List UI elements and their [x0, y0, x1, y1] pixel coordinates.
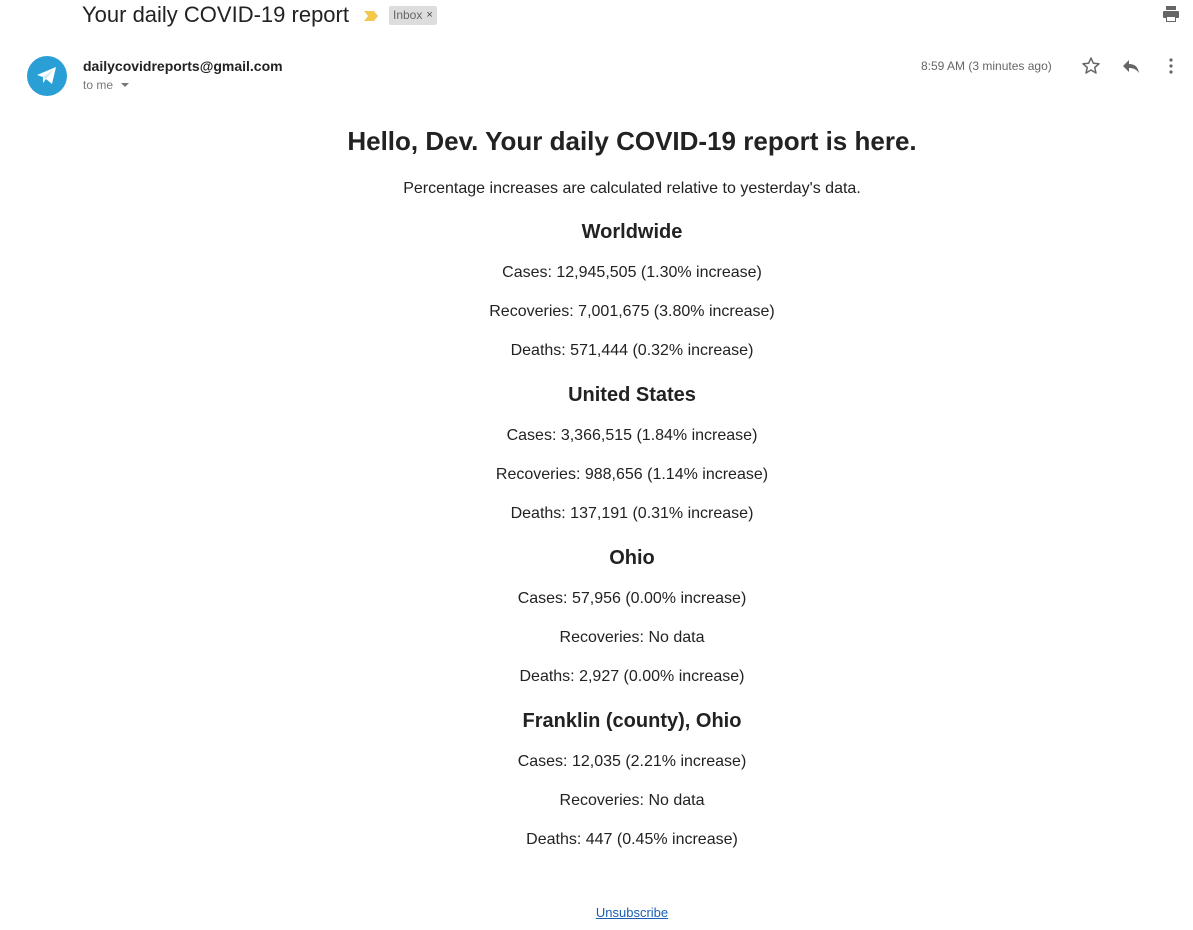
email-header: Your daily COVID-19 report Inbox ×	[82, 0, 437, 30]
chevron-down-icon	[121, 83, 130, 87]
stat-deaths: Deaths: 571,444 (0.32% increase)	[510, 342, 754, 359]
sender-avatar	[27, 56, 67, 96]
stat-cases: Cases: 57,956 (0.00% increase)	[517, 590, 747, 607]
remove-label-button[interactable]: ×	[426, 7, 432, 23]
paper-plane-icon	[37, 67, 56, 84]
print-icon[interactable]	[1161, 4, 1181, 24]
stat-recoveries: Recoveries: No data	[559, 629, 705, 646]
stat-recoveries: Recoveries: No data	[559, 792, 705, 809]
report-greeting: Hello, Dev. Your daily COVID-19 report i…	[347, 126, 917, 156]
email-body: Hello, Dev. Your daily COVID-19 report i…	[82, 116, 1182, 920]
section-title: Ohio	[609, 547, 655, 569]
stat-deaths: Deaths: 447 (0.45% increase)	[526, 831, 738, 848]
inbox-label-text: Inbox	[392, 7, 423, 22]
stat-cases: Cases: 3,366,515 (1.84% increase)	[506, 427, 758, 444]
stat-recoveries: Recoveries: 988,656 (1.14% increase)	[495, 466, 769, 483]
recipient-details[interactable]: to me	[83, 78, 130, 92]
more-vertical-icon[interactable]	[1161, 56, 1181, 76]
section-title: United States	[568, 384, 696, 406]
stat-deaths: Deaths: 137,191 (0.31% increase)	[510, 505, 754, 522]
importance-marker-icon[interactable]	[363, 9, 379, 21]
email-subject: Your daily COVID-19 report	[82, 2, 349, 27]
section-united-states: United States Cases: 3,366,515 (1.84% in…	[82, 383, 1182, 524]
stat-recoveries: Recoveries: 7,001,675 (3.80% increase)	[489, 303, 775, 320]
star-icon[interactable]	[1081, 56, 1101, 76]
inbox-label: Inbox ×	[388, 5, 437, 25]
stat-cases: Cases: 12,945,505 (1.30% increase)	[502, 264, 762, 281]
stat-deaths: Deaths: 2,927 (0.00% increase)	[519, 668, 745, 685]
section-worldwide: Worldwide Cases: 12,945,505 (1.30% incre…	[82, 220, 1182, 361]
section-franklin-county: Franklin (county), Ohio Cases: 12,035 (2…	[82, 709, 1182, 850]
stat-cases: Cases: 12,035 (2.21% increase)	[517, 753, 747, 770]
section-title: Worldwide	[581, 221, 683, 243]
email-timestamp: 8:59 AM (3 minutes ago)	[921, 59, 1052, 73]
section-ohio: Ohio Cases: 57,956 (0.00% increase) Reco…	[82, 546, 1182, 687]
sender-address[interactable]: dailycovidreports@gmail.com	[83, 58, 283, 74]
section-title: Franklin (county), Ohio	[522, 710, 742, 732]
report-intro: Percentage increases are calculated rela…	[403, 180, 861, 197]
reply-icon[interactable]	[1121, 56, 1141, 76]
unsubscribe-link[interactable]: Unsubscribe	[82, 905, 1182, 920]
recipient-label: to me	[83, 78, 114, 92]
